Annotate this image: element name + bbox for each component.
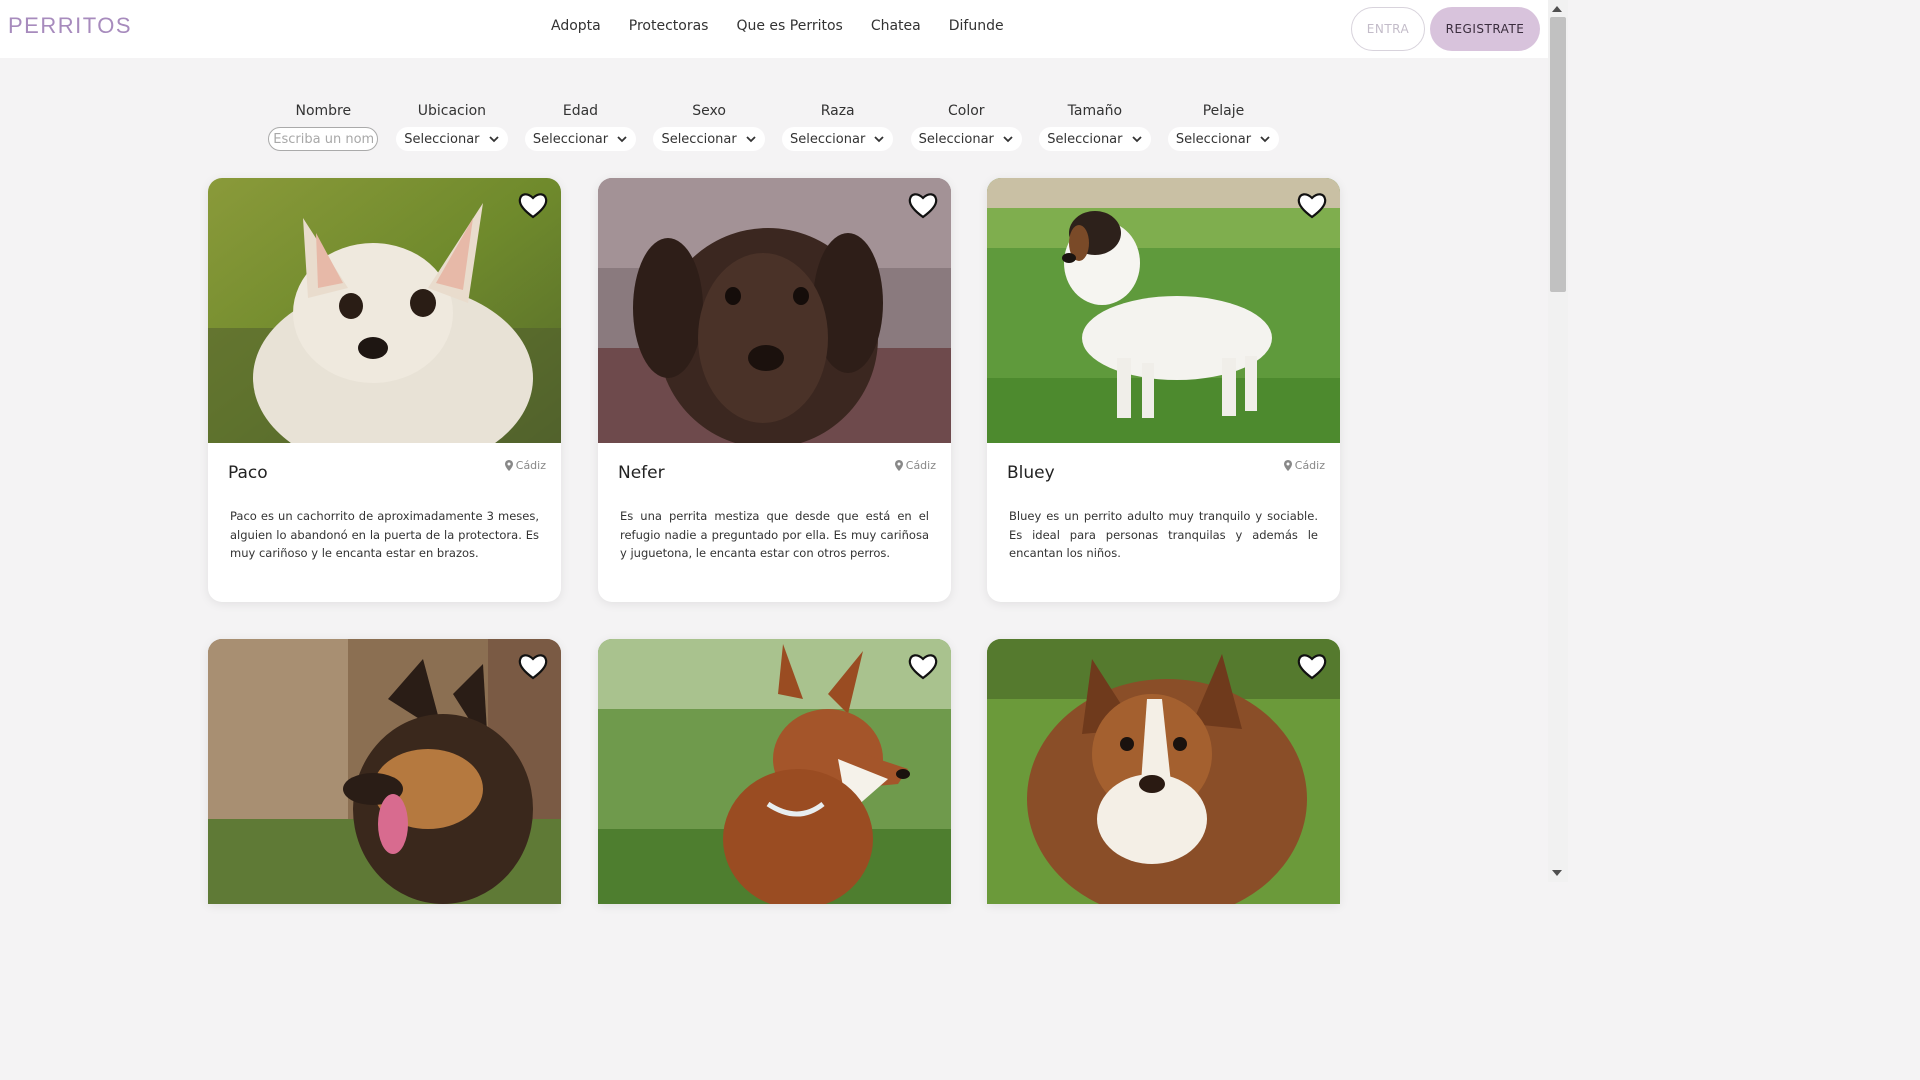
dog-photo — [987, 639, 1340, 904]
dog-name: Bluey — [1007, 463, 1055, 483]
dog-card[interactable]: Nefer Cádiz Es una perrita mestiza que d… — [598, 178, 951, 602]
filter-pelaje: Pelaje Seleccionar — [1159, 101, 1288, 151]
dog-description: Bluey es un perrito adulto muy tranquilo… — [1009, 509, 1318, 560]
dog-photo — [598, 178, 951, 443]
dog-name: Nefer — [618, 463, 665, 483]
dog-location: Cádiz — [504, 459, 546, 472]
pelaje-select[interactable]: Seleccionar — [1167, 127, 1280, 151]
chevron-down-icon — [1003, 136, 1013, 143]
select-value: Seleccionar — [661, 131, 737, 147]
dog-photo — [208, 178, 561, 443]
filter-sexo: Sexo Seleccionar — [645, 101, 774, 151]
name-search-input[interactable] — [268, 127, 379, 151]
dog-card[interactable]: Paco Cádiz Paco es un cachorrito de apro… — [208, 178, 561, 602]
location-pin-icon — [504, 460, 513, 471]
main-nav: Adopta Protectoras Que es Perritos Chate… — [537, 18, 1018, 34]
filter-edad: Edad Seleccionar — [516, 101, 645, 151]
select-value: Seleccionar — [532, 131, 609, 147]
nav-que-es-perritos[interactable]: Que es Perritos — [736, 18, 842, 34]
heart-icon[interactable] — [908, 652, 938, 680]
dog-card[interactable] — [987, 639, 1340, 904]
sexo-select[interactable]: Seleccionar — [653, 127, 765, 151]
dog-description: Es una perrita mestiza que desde que est… — [620, 509, 929, 560]
filter-label: Tamaño — [1067, 103, 1123, 119]
filter-bar: Nombre Ubicacion Seleccionar Edad Selecc… — [259, 101, 1288, 151]
heart-icon[interactable] — [1297, 191, 1327, 219]
dog-photo — [987, 178, 1340, 443]
filter-label: Sexo — [692, 103, 726, 119]
card-body: Paco Cádiz Paco es un cachorrito de apro… — [208, 443, 561, 602]
scroll-up-arrow-icon[interactable] — [1552, 6, 1562, 12]
dog-card[interactable]: Bluey Cádiz Bluey es un perrito adulto m… — [987, 178, 1340, 602]
location-pin-icon — [894, 460, 903, 471]
chevron-down-icon — [617, 136, 627, 143]
filter-label: Edad — [562, 103, 599, 119]
filter-label: Raza — [820, 103, 855, 119]
color-select[interactable]: Seleccionar — [910, 127, 1022, 151]
filter-label: Pelaje — [1202, 103, 1245, 119]
select-value: Seleccionar — [918, 131, 994, 147]
filter-tamano: Tamaño Seleccionar — [1031, 101, 1160, 151]
dog-card[interactable] — [208, 639, 561, 904]
filter-label: Ubicacion — [417, 103, 487, 119]
filter-label: Color — [947, 103, 985, 119]
scroll-down-arrow-icon[interactable] — [1552, 870, 1562, 876]
dog-card[interactable] — [598, 639, 951, 904]
top-navbar: PERRITOS Adopta Protectoras Que es Perri… — [0, 0, 1548, 58]
chevron-down-icon — [874, 136, 884, 143]
location-pin-icon — [1283, 460, 1292, 471]
filter-raza: Raza Seleccionar — [773, 101, 902, 151]
login-button[interactable]: ENTRA — [1351, 7, 1425, 51]
raza-select[interactable]: Seleccionar — [782, 127, 894, 151]
heart-icon[interactable] — [518, 652, 548, 680]
page-scrollbar[interactable] — [1548, 0, 1568, 882]
nav-adopta[interactable]: Adopta — [551, 18, 601, 34]
filter-color: Color Seleccionar — [902, 101, 1031, 151]
select-value: Seleccionar — [1175, 131, 1252, 147]
register-button[interactable]: REGISTRATE — [1430, 7, 1540, 51]
nav-chatea[interactable]: Chatea — [871, 18, 921, 34]
nav-difunde[interactable]: Difunde — [949, 18, 1004, 34]
dog-photo — [598, 639, 951, 904]
dog-location: Cádiz — [894, 459, 936, 472]
scrollbar-thumb[interactable] — [1550, 17, 1566, 292]
dog-name: Paco — [228, 463, 268, 483]
tamano-select[interactable]: Seleccionar — [1039, 127, 1151, 151]
location-text: Cádiz — [515, 459, 546, 472]
location-text: Cádiz — [1294, 459, 1325, 472]
heart-icon[interactable] — [518, 191, 548, 219]
select-value: Seleccionar — [1047, 131, 1123, 147]
nav-protectoras[interactable]: Protectoras — [629, 18, 709, 34]
heart-icon[interactable] — [908, 191, 938, 219]
card-body: Bluey Cádiz Bluey es un perrito adulto m… — [987, 443, 1340, 602]
filter-name-label: Nombre — [295, 103, 352, 119]
filter-name: Nombre — [259, 101, 388, 151]
heart-icon[interactable] — [1297, 652, 1327, 680]
edad-select[interactable]: Seleccionar — [524, 127, 637, 151]
select-value: Seleccionar — [790, 131, 866, 147]
select-value: Seleccionar — [404, 131, 480, 147]
chevron-down-icon — [746, 136, 756, 143]
ubicacion-select[interactable]: Seleccionar — [396, 127, 508, 151]
dog-photo — [208, 639, 561, 904]
dog-description: Paco es un cachorrito de aproximadamente… — [230, 509, 539, 560]
card-body: Nefer Cádiz Es una perrita mestiza que d… — [598, 443, 951, 602]
dog-location: Cádiz — [1283, 459, 1325, 472]
site-logo[interactable]: PERRITOS — [8, 13, 132, 39]
chevron-down-icon — [1131, 136, 1142, 143]
filter-ubicacion: Ubicacion Seleccionar — [388, 101, 517, 151]
chevron-down-icon — [488, 136, 499, 143]
chevron-down-icon — [1260, 136, 1270, 143]
location-text: Cádiz — [905, 459, 936, 472]
